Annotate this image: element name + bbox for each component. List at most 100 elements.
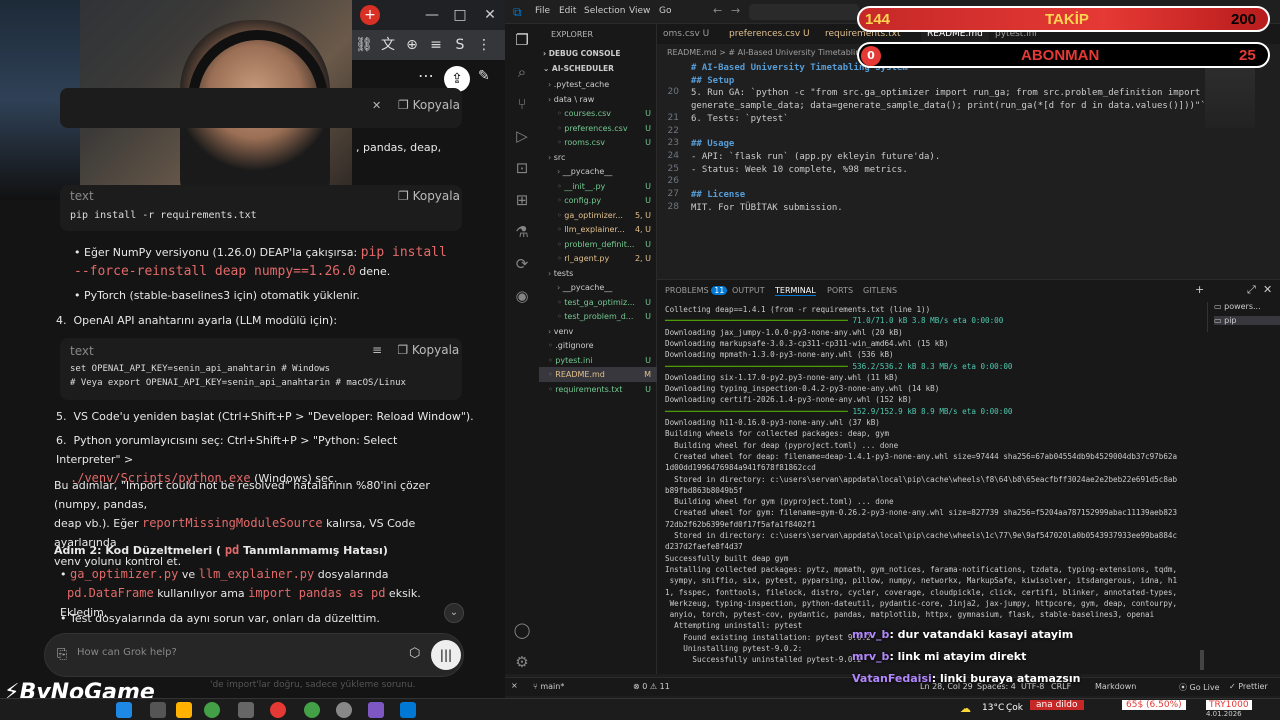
explorer-file[interactable]: ◦ requirements.txt U xyxy=(539,382,657,397)
terminal-scrollbar[interactable] xyxy=(1200,650,1204,670)
problems-indicator[interactable]: ⊗ 0 ⚠ 11 xyxy=(633,682,670,691)
store-icon[interactable] xyxy=(238,702,254,718)
explorer-icon[interactable]: ❐ xyxy=(512,30,532,50)
language-indicator[interactable]: Markdown xyxy=(1095,682,1136,691)
tab-rooms[interactable]: oms.csv U xyxy=(657,24,715,44)
menu-view[interactable]: View xyxy=(629,6,650,16)
explorer-folder[interactable]: › src xyxy=(539,150,657,165)
edit-icon[interactable]: ✎ xyxy=(478,68,490,84)
explorer-file[interactable]: ◦ ga_optimizer... 5, U xyxy=(539,208,657,223)
panel-tab-problems[interactable]: PROBLEMS 11 xyxy=(665,286,728,295)
explorer-file[interactable]: ◦ rl_agent.py 2, U xyxy=(539,251,657,266)
panel-tab-terminal[interactable]: TERMINAL xyxy=(775,286,816,296)
explorer-file[interactable]: ◦ rooms.csv U xyxy=(539,135,657,150)
copy-button[interactable]: ❐ Kopyala xyxy=(398,189,460,203)
terminal-line: Downloading typing_inspection-0.4.2-py3-… xyxy=(665,384,940,394)
translate-icon[interactable]: 文 xyxy=(376,33,400,57)
search-icon[interactable]: ⌕ xyxy=(512,62,532,82)
git-graph-icon[interactable]: ⟳ xyxy=(512,254,532,274)
chrome-alt-icon[interactable] xyxy=(304,702,320,718)
explorer-file[interactable]: ◦ .gitignore xyxy=(539,338,657,353)
explorer-file[interactable]: ◦ llm_explainer... 4, U xyxy=(539,222,657,237)
copy-button[interactable]: ❐ Kopyala xyxy=(398,98,460,112)
remote-indicator-icon[interactable]: ⨯ xyxy=(511,681,518,690)
new-terminal-icon[interactable]: + xyxy=(1195,283,1204,296)
debug-console-section[interactable]: › DEBUG CONSOLE xyxy=(543,49,620,58)
remote-icon[interactable]: ⊡ xyxy=(512,158,532,178)
date-text: 4.01.2026 xyxy=(1206,710,1242,718)
copy-button[interactable]: ≡ ❐ Kopyala xyxy=(372,343,459,357)
source-control-icon[interactable]: ⑂ xyxy=(512,94,532,114)
opera-icon[interactable] xyxy=(270,702,286,718)
extensions-icon[interactable]: ⊞ xyxy=(512,190,532,210)
explorer-file[interactable]: ◦ __init__.py U xyxy=(539,179,657,194)
code-editor[interactable]: # AI-Based University Timetabling System… xyxy=(657,62,1217,252)
menu-file[interactable]: File xyxy=(535,6,550,16)
explorer-folder[interactable]: › venv xyxy=(539,324,657,339)
project-section[interactable]: ⌄ AI-SCHEDULER xyxy=(543,64,614,73)
testing-icon[interactable]: ⚗ xyxy=(512,222,532,242)
settings-gear-icon[interactable]: ⚙ xyxy=(512,652,532,672)
x-icon[interactable]: ✕ xyxy=(372,99,381,112)
prettier-indicator[interactable]: ✓ Prettier xyxy=(1229,682,1268,691)
menu-edit[interactable]: Edit xyxy=(559,6,576,16)
explorer-folder[interactable]: › __pycache__ xyxy=(539,280,657,295)
explorer-file[interactable]: ◦ problem_definit... U xyxy=(539,237,657,252)
back-icon[interactable]: ← xyxy=(713,4,722,17)
explorer-folder[interactable]: › __pycache__ xyxy=(539,164,657,179)
panel-tab-ports[interactable]: PORTS xyxy=(827,286,853,295)
maximize-icon[interactable]: □ xyxy=(450,5,470,25)
maximize-panel-icon[interactable]: ⤢ xyxy=(1247,283,1256,297)
model-icon[interactable]: ⬡ xyxy=(409,646,420,661)
explorer-folder[interactable]: › tests xyxy=(539,266,657,281)
explorer-folder[interactable]: › .pytest_cache xyxy=(539,77,657,92)
scroll-down-icon[interactable]: ⌄ xyxy=(444,603,464,623)
new-tab-icon[interactable]: + xyxy=(360,5,380,25)
equalizer-icon[interactable]: ≡ xyxy=(424,33,448,57)
menu-selection[interactable]: Selection xyxy=(584,6,625,16)
explorer-file[interactable]: ◦ test_problem_d... U xyxy=(539,309,657,324)
minimize-icon[interactable]: — xyxy=(422,5,442,25)
file-explorer-icon[interactable] xyxy=(176,702,192,718)
go-live-button[interactable]: ⦿ Go Live xyxy=(1179,682,1220,693)
vscode-taskbar-icon[interactable] xyxy=(400,702,416,718)
terminal-output[interactable]: Collecting deap==1.4.1 (from -r requirem… xyxy=(657,304,1202,674)
more-options-icon[interactable]: ⋯ xyxy=(418,66,434,85)
branch-indicator[interactable]: ⑂ main* xyxy=(533,682,564,691)
git-status-badge: 2, U xyxy=(634,254,651,263)
panel-tab-output[interactable]: OUTPUT xyxy=(732,286,765,295)
explorer-file[interactable]: ◦ preferences.csv U xyxy=(539,121,657,136)
explorer-folder[interactable]: › data \ raw xyxy=(539,92,657,107)
panel-tab-gitlens[interactable]: GITLENS xyxy=(863,286,897,295)
search-icon[interactable] xyxy=(150,702,166,718)
run-debug-icon[interactable]: ▷ xyxy=(512,126,532,146)
link-icon[interactable]: ⛓ xyxy=(352,33,376,57)
minimap[interactable] xyxy=(1205,68,1255,128)
forward-icon[interactable]: → xyxy=(731,4,740,17)
terminal-powershell[interactable]: ▭ powers... xyxy=(1214,302,1261,311)
voice-icon[interactable]: ||| xyxy=(431,640,461,670)
menu-dots-icon[interactable]: ⋮ xyxy=(472,33,496,57)
gitlens-icon[interactable]: ◉ xyxy=(512,286,532,306)
app-icon[interactable] xyxy=(336,702,352,718)
explorer-file[interactable]: ◦ pytest.ini U xyxy=(539,353,657,368)
command-center[interactable] xyxy=(749,4,859,20)
tab-preferences[interactable]: preferences.csv U xyxy=(723,24,816,44)
account-icon[interactable]: ◯ xyxy=(512,620,532,640)
attach-icon[interactable]: ⎘ xyxy=(57,647,67,662)
menu-go[interactable]: Go xyxy=(659,6,671,16)
windows-start-icon[interactable] xyxy=(116,702,132,718)
explorer-file[interactable]: ◦ config.py U xyxy=(539,193,657,208)
chat-input[interactable]: ⎘ How can Grok help? ⬡ ||| xyxy=(44,633,464,677)
explorer-file[interactable]: ◦ courses.csv U xyxy=(539,106,657,121)
terminal-pip[interactable]: ▭ pip xyxy=(1214,316,1280,325)
explorer-file[interactable]: ◦ README.md M xyxy=(539,367,657,382)
close-panel-icon[interactable]: ✕ xyxy=(1263,283,1272,296)
file-name: rooms.csv xyxy=(564,138,605,147)
extension-icon[interactable]: S xyxy=(448,33,472,57)
discord-icon[interactable] xyxy=(368,702,384,718)
explorer-file[interactable]: ◦ test_ga_optimiz... U xyxy=(539,295,657,310)
close-icon[interactable]: ✕ xyxy=(480,5,500,25)
chrome-icon[interactable] xyxy=(204,702,220,718)
screenshot-icon[interactable]: ⊕ xyxy=(400,33,424,57)
